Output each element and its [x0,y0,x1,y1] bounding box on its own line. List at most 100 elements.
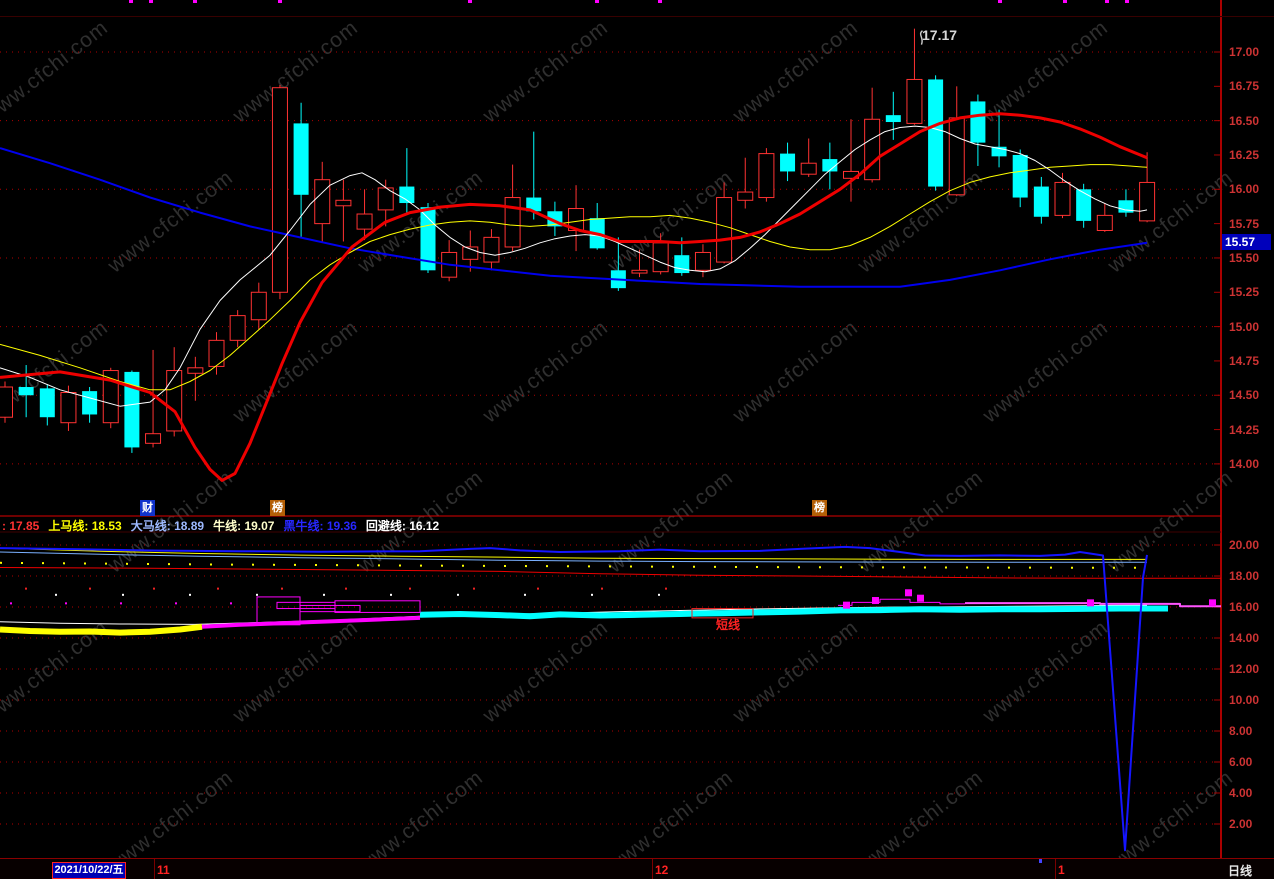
series-line [419,605,1168,620]
period-label[interactable]: 日线 [1228,862,1252,879]
candle-body-down [970,101,986,143]
indicator-value: 上马线: 18.53 [48,519,122,533]
date-box[interactable]: 2021/10/22/五 [52,862,126,879]
signal-dot [595,0,599,3]
month-tick [652,859,653,879]
y-axis-label: 14.75 [1229,353,1260,368]
candle-body-up [250,291,267,321]
candle-body-up [187,367,204,374]
signal-dot [1105,0,1109,3]
candle-body-up [864,118,881,181]
magenta-box [334,600,421,613]
signal-dot [129,0,133,3]
candle-body-up [1096,214,1113,231]
scatter-dot [409,587,411,590]
candle-body-up [948,117,965,196]
y-axis-label: 14.00 [1229,456,1260,471]
candle-body-down [928,79,944,187]
month-tick [154,859,155,879]
indicator-value: 回避线: 16.12 [365,519,440,533]
candle-body-down [39,388,55,418]
scatter-dot [65,602,67,605]
scatter-dot [230,602,232,605]
stock-chart-app: www.cfchi.com www.cfchi.com www.cfchi.com w… [0,0,1274,879]
candle-body-up [652,242,669,273]
magenta-box [256,596,301,626]
candle-body-up [145,433,162,444]
scatter-dot [658,593,660,596]
candle-body-up [483,236,500,263]
candle-body-up [314,179,331,225]
candle-body-up [694,251,711,271]
candle-body-up [60,392,77,424]
series-line [0,545,1148,852]
scatter-dot [601,587,603,590]
y-axis-label: 16.25 [1229,147,1260,162]
scatter-dot [537,587,539,590]
scatter-dot [524,593,526,596]
event-tag-财[interactable]: 财 [140,500,155,516]
indicator-value: 牛线: 19.07 [213,519,275,533]
y-axis-label: 14.25 [1229,422,1260,437]
y-axis-label: 18.00 [1229,569,1260,583]
candle-body-down [780,153,796,172]
y-axis-label: 16.00 [1229,182,1260,197]
series-line [0,561,1148,569]
scatter-dot [323,593,325,596]
month-label: 12 [655,863,669,877]
event-tag-榜[interactable]: 榜 [812,500,827,516]
series-line [0,125,1148,407]
magenta-square [1087,599,1094,607]
scatter-dot [665,587,667,590]
y-axis-label: 4.00 [1229,786,1253,800]
price-chart-svg[interactable] [0,0,1274,879]
signal-dot [998,0,1002,3]
scatter-dot [120,602,122,605]
candle-body-up [758,153,775,199]
y-axis-label: 15.25 [1229,285,1260,300]
candle-body-up [631,269,648,274]
blue-tick-icon [1039,859,1042,863]
y-axis-label: 14.00 [1229,631,1260,645]
scatter-dot [122,593,124,596]
series-line [0,551,1147,563]
candle-body-up [906,78,923,124]
signal-dot [468,0,472,3]
candle-body-up [716,197,733,263]
indicator-value: 大马线: 18.89 [130,519,205,533]
scatter-dot [89,587,91,590]
y-axis-label: 17.00 [1229,45,1260,59]
signal-dot [1125,0,1129,3]
magenta-square [843,601,850,609]
signal-dot [278,0,282,3]
candle-body-down [1012,154,1028,198]
candle-body-up [737,191,754,201]
scatter-dot [55,593,57,596]
scatter-dot [591,593,593,596]
y-axis-label: 14.50 [1229,388,1260,403]
candle-body-down [885,115,901,123]
scatter-dot [281,587,283,590]
series-line [0,567,1221,579]
month-label: 11 [157,863,170,877]
y-axis-label: 8.00 [1229,724,1253,738]
y-axis-label: 20.00 [1229,538,1260,552]
candle-body-up [0,386,13,418]
scatter-dot [175,602,177,605]
y-axis-label: 15.75 [1229,216,1260,231]
scatter-dot [153,587,155,590]
series-line [201,615,421,629]
month-tick [1055,859,1056,879]
candle-body-down [674,255,690,274]
scatter-dot [25,587,27,590]
signal-dot [658,0,662,3]
candle-body-down [82,391,98,415]
candle-body-down [1033,186,1049,217]
candle-body-up [208,339,225,367]
scatter-dot [10,602,12,605]
indicator-value: 黑牛线: 19.36 [283,519,357,533]
series-line [838,598,965,606]
scatter-dot [473,587,475,590]
candle-body-up [1054,181,1071,216]
event-tag-榜[interactable]: 榜 [270,500,285,516]
